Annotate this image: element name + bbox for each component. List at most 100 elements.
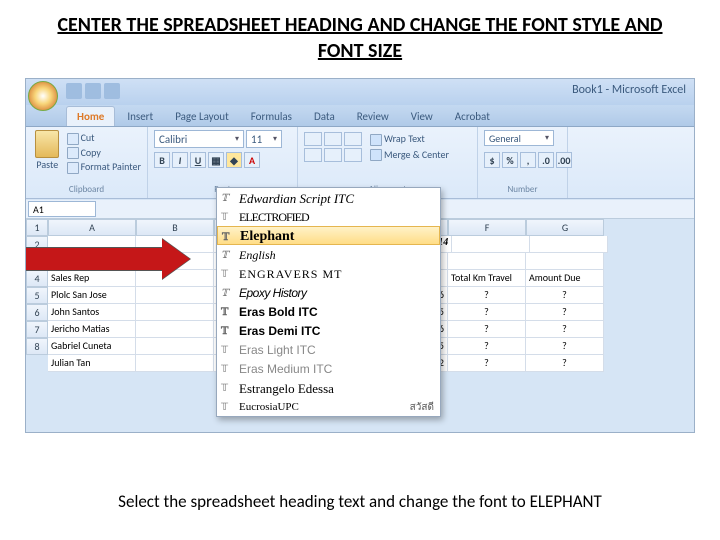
cell[interactable]: ?: [526, 304, 604, 321]
office-button-icon[interactable]: [28, 81, 58, 111]
cell[interactable]: ?: [526, 338, 604, 355]
cell[interactable]: ?: [526, 355, 604, 372]
font-option[interactable]: 𝕋Eras Demi ITC: [217, 321, 440, 340]
number-format-combo[interactable]: General▾: [484, 130, 554, 146]
truetype-icon: 𝕋: [221, 190, 228, 207]
align-top-button[interactable]: [304, 132, 322, 146]
font-option[interactable]: 𝕋Eras Light ITC: [217, 340, 440, 359]
brush-icon: [67, 162, 79, 174]
cell[interactable]: [136, 304, 214, 321]
cell[interactable]: ?: [448, 304, 526, 321]
cell[interactable]: John Santos: [48, 304, 136, 321]
cell[interactable]: ?: [448, 338, 526, 355]
col-header[interactable]: B: [136, 219, 214, 236]
comma-button[interactable]: ,: [520, 152, 536, 168]
align-left-button[interactable]: [304, 148, 322, 162]
merge-center-button[interactable]: Merge & Center: [370, 148, 449, 162]
tab-review[interactable]: Review: [347, 107, 399, 126]
chevron-down-icon: ▾: [235, 134, 239, 144]
italic-button[interactable]: I: [172, 152, 188, 168]
row-header[interactable]: 5: [26, 287, 48, 304]
paste-label: Paste: [32, 158, 63, 171]
tab-page-layout[interactable]: Page Layout: [165, 107, 239, 126]
align-bottom-button[interactable]: [344, 132, 362, 146]
qat-save-icon[interactable]: [66, 83, 82, 99]
percent-button[interactable]: %: [502, 152, 518, 168]
underline-button[interactable]: U: [190, 152, 206, 168]
cell[interactable]: ?: [448, 321, 526, 338]
font-option[interactable]: 𝕋Eras Medium ITC: [217, 359, 440, 378]
tab-data[interactable]: Data: [304, 107, 345, 126]
tab-insert[interactable]: Insert: [117, 107, 163, 126]
qat-undo-icon[interactable]: [85, 83, 101, 99]
font-option[interactable]: 𝕋Edwardian Script ITC: [217, 188, 440, 207]
fill-color-button[interactable]: ◆: [226, 152, 242, 168]
scissors-icon: [67, 133, 79, 145]
clipboard-icon: [35, 130, 59, 158]
cut-button[interactable]: Cut: [67, 131, 141, 145]
name-box[interactable]: A1: [28, 201, 96, 217]
font-option[interactable]: 𝕋EucrosiaUPCสวัสดี: [217, 397, 440, 416]
font-size-combo[interactable]: 11▾: [246, 130, 282, 148]
increase-decimal-button[interactable]: .0: [538, 152, 554, 168]
window-title: Book1 - Microsoft Excel: [572, 83, 686, 97]
row-header[interactable]: 6: [26, 304, 48, 321]
tab-formulas[interactable]: Formulas: [241, 107, 302, 126]
col-header[interactable]: G: [526, 219, 604, 236]
slide-caption: Select the spreadsheet heading text and …: [0, 491, 720, 512]
cell[interactable]: ?: [448, 287, 526, 304]
cell[interactable]: ?: [448, 355, 526, 372]
cell[interactable]: Jericho Matias: [48, 321, 136, 338]
tab-home[interactable]: Home: [66, 106, 115, 126]
cell[interactable]: Plolc San Jose: [48, 287, 136, 304]
bold-button[interactable]: B: [154, 152, 170, 168]
copy-icon: [67, 147, 79, 159]
excel-screenshot: Book1 - Microsoft Excel HomeInsertPage L…: [25, 78, 695, 433]
cell[interactable]: [136, 321, 214, 338]
row-header[interactable]: 7: [26, 321, 48, 338]
align-center-button[interactable]: [324, 148, 342, 162]
font-option[interactable]: 𝕋English: [217, 245, 440, 264]
col-header[interactable]: A: [48, 219, 136, 236]
quick-access-toolbar: [66, 83, 120, 99]
paste-button[interactable]: Paste: [32, 130, 63, 171]
font-color-button[interactable]: A: [244, 152, 260, 168]
cell[interactable]: [136, 287, 214, 304]
tab-acrobat[interactable]: Acrobat: [445, 107, 500, 126]
truetype-icon: 𝕋: [221, 342, 228, 359]
font-option[interactable]: 𝕋Elephant: [217, 226, 440, 245]
font-option[interactable]: 𝕋Estrangelo Edessa: [217, 378, 440, 397]
font-option[interactable]: 𝕋Epoxy History: [217, 283, 440, 302]
font-name-combo[interactable]: Calibri▾: [154, 130, 244, 148]
copy-button[interactable]: Copy: [67, 146, 141, 160]
truetype-icon: 𝕋: [221, 323, 228, 340]
cell[interactable]: Julian Tan: [48, 355, 136, 372]
cell[interactable]: ?: [526, 287, 604, 304]
qat-redo-icon[interactable]: [104, 83, 120, 99]
border-button[interactable]: ▦: [208, 152, 224, 168]
font-option[interactable]: 𝕋ELECTROFIED: [217, 207, 440, 226]
font-dropdown[interactable]: 𝕋Edwardian Script ITC𝕋ELECTROFIED𝕋Elepha…: [216, 187, 441, 417]
tab-view[interactable]: View: [401, 107, 443, 126]
group-label: Number: [484, 184, 561, 195]
chevron-down-icon: ▾: [545, 133, 549, 143]
format-painter-button[interactable]: Format Painter: [67, 160, 141, 174]
row-header[interactable]: 8: [26, 338, 48, 355]
group-clipboard: Paste Cut Copy Format Painter Clipboard: [26, 127, 148, 198]
cell[interactable]: [136, 338, 214, 355]
col-header[interactable]: F: [448, 219, 526, 236]
cell[interactable]: ?: [526, 321, 604, 338]
cell[interactable]: Gabriel Cuneta: [48, 338, 136, 355]
red-arrow-annotation: [25, 239, 204, 279]
font-option[interactable]: 𝕋ENGRAVERS MT: [217, 264, 440, 283]
decrease-decimal-button[interactable]: .00: [556, 152, 572, 168]
truetype-icon: 𝕋: [221, 209, 227, 226]
wrap-text-button[interactable]: Wrap Text: [370, 132, 449, 146]
row-header[interactable]: 1: [26, 219, 48, 236]
merge-icon: [370, 149, 382, 161]
cell[interactable]: [136, 355, 214, 372]
align-right-button[interactable]: [344, 148, 362, 162]
font-option[interactable]: 𝕋Eras Bold ITC: [217, 302, 440, 321]
currency-button[interactable]: $: [484, 152, 500, 168]
align-middle-button[interactable]: [324, 132, 342, 146]
